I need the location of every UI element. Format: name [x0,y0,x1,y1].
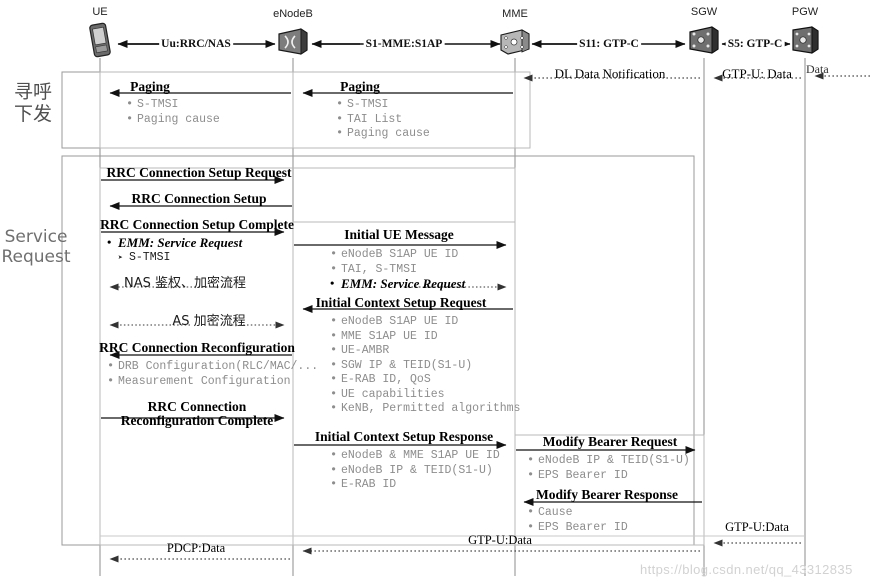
msg-bullets-paging-uu: S-TMSI Paging cause [126,97,220,128]
bullet-item-emm: EMM: Service Request [107,235,242,251]
server-icon-mme [497,26,533,61]
bullet-item: eNodeB S1AP UE ID [330,247,465,263]
watermark: https://blog.csdn.net/qq_43312835 [640,562,853,577]
node-label-enodeb: eNodeB [273,8,313,20]
bullet-item: Paging cause [126,112,220,128]
bullet-item: SGW IP & TEID(S1-U) [330,358,520,374]
msg-label-as-cipher: AS 加密流程 [172,314,246,329]
bullet-item: Measurement Configuration [107,374,318,390]
bullet-item: KeNB, Permitted algorithms [330,401,520,417]
bullet-item: E-RAB ID [330,477,500,493]
msg-label-nas-auth-cipher: NAS 鉴权、加密流程 [123,276,247,291]
msg-label-rrc-conn-setup-complete: RRC Connection Setup Complete [100,217,294,232]
msg-label-line2: Reconfiguration Complete [120,413,274,429]
msg-bullets-modify-bearer-request: eNodeB IP & TEID(S1-U) EPS Bearer ID [527,453,690,484]
bullet-item: MME S1AP UE ID [330,329,520,345]
bullet-item: eNodeB S1AP UE ID [330,314,520,330]
msg-label-pdcp-data: PDCP:Data [166,541,226,555]
msg-label-modify-bearer-response: Modify Bearer Response [536,487,678,502]
group-label-service-line2: Request [1,246,71,267]
msg-label-rrc-conn-setup: RRC Connection Setup [131,191,267,206]
msg-label-line1: RRC Connection [147,399,247,414]
bullet-item: eNodeB IP & TEID(S1-U) [330,463,500,479]
interface-label-s5: S5: GTP-C [725,38,785,50]
msg-label-initial-context-setup-response: Initial Context Setup Response [314,429,494,444]
node-label-pgw: PGW [791,6,819,18]
bullet-item: TAI, S-TMSI [330,262,465,278]
bullet-item: Paging cause [336,126,430,142]
interface-label-s11: S11: GTP-C [577,38,641,50]
server-icon-sgw [686,24,722,61]
node-label-ue: UE [92,6,108,18]
msg-bullets-rrc-conn-setup-complete: EMM: Service Request S-TMSI [107,235,242,266]
msg-label-paging-uu: Paging [130,79,170,94]
server-icon-pgw [788,24,822,61]
bullet-item: UE-AMBR [330,343,520,359]
bullet-item: S-TMSI [336,97,430,113]
msg-bullets-initial-context-setup-request: eNodeB S1AP UE ID MME S1AP UE ID UE-AMBR… [330,314,520,417]
msg-label-modify-bearer-request: Modify Bearer Request [542,434,678,449]
phone-icon [87,22,113,63]
group-label-paging-line1: 寻呼 [13,81,53,103]
bullet-item: EPS Bearer ID [527,468,690,484]
basestation-icon [275,26,311,61]
interface-label-uu: Uu:RRC/NAS [159,38,233,50]
msg-bullets-modify-bearer-response: Cause EPS Bearer ID [527,505,628,536]
bullet-item: EPS Bearer ID [527,520,628,536]
msg-bullets-paging-s1: S-TMSI TAI List Paging cause [336,97,430,142]
msg-label-initial-ue-message: Initial UE Message [344,227,454,242]
msg-label-initial-context-setup-request: Initial Context Setup Request [315,295,487,310]
bullet-item: Cause [527,505,628,521]
msg-label-rrc-conn-reconfiguration: RRC Connection Reconfiguration [99,340,295,355]
bullet-item: E-RAB ID, QoS [330,372,520,388]
bullet-item: S-TMSI [126,97,220,113]
msg-bullets-rrc-conn-reconfiguration: DRB Configuration(RLC/MAC/... Measuremen… [107,359,318,390]
bullet-item: S-TMSI [107,251,242,266]
msg-label-paging-s1: Paging [340,79,380,94]
group-label-service-line1: Service [4,227,68,247]
group-label-service-request: Service Request [1,227,71,267]
bullet-item: eNodeB & MME S1AP UE ID [330,448,500,464]
sequence-diagram: UE eNodeB MME SGW PGW Uu:RRC/NAS S1-MME:… [0,0,878,586]
msg-label-data-in: Data [806,62,829,76]
msg-label-dl-data-notification: DL Data Notification [554,66,666,81]
msg-label-gtpu-data-bottom: GTP-U:Data [725,520,789,534]
bullet-item-emm: EMM: Service Request [330,276,465,292]
msg-bullets-initial-ue-message: eNodeB S1AP UE ID TAI, S-TMSI EMM: Servi… [330,247,465,292]
msg-label-gtpu-data-top: GTP-U: Data [722,66,792,81]
group-label-paging: 寻呼 下发 [13,81,53,126]
msg-bullets-initial-context-setup-response: eNodeB & MME S1AP UE ID eNodeB IP & TEID… [330,448,500,493]
node-label-sgw: SGW [690,6,718,18]
group-label-paging-line2: 下发 [13,102,53,125]
bullet-item: eNodeB IP & TEID(S1-U) [527,453,690,469]
bullet-item: TAI List [336,112,430,128]
interface-label-s1mme: S1-MME:S1AP [363,38,445,50]
msg-label-gtpu-data-s1u: GTP-U:Data [468,533,532,547]
msg-label-rrc-conn-reconfiguration-complete: RRC Connection Reconfiguration Complete [120,399,274,429]
bullet-item: DRB Configuration(RLC/MAC/... [107,359,318,375]
msg-label-rrc-conn-setup-request: RRC Connection Setup Request [106,165,292,180]
bullet-item: UE capabilities [330,387,520,403]
node-label-mme: MME [502,8,528,20]
